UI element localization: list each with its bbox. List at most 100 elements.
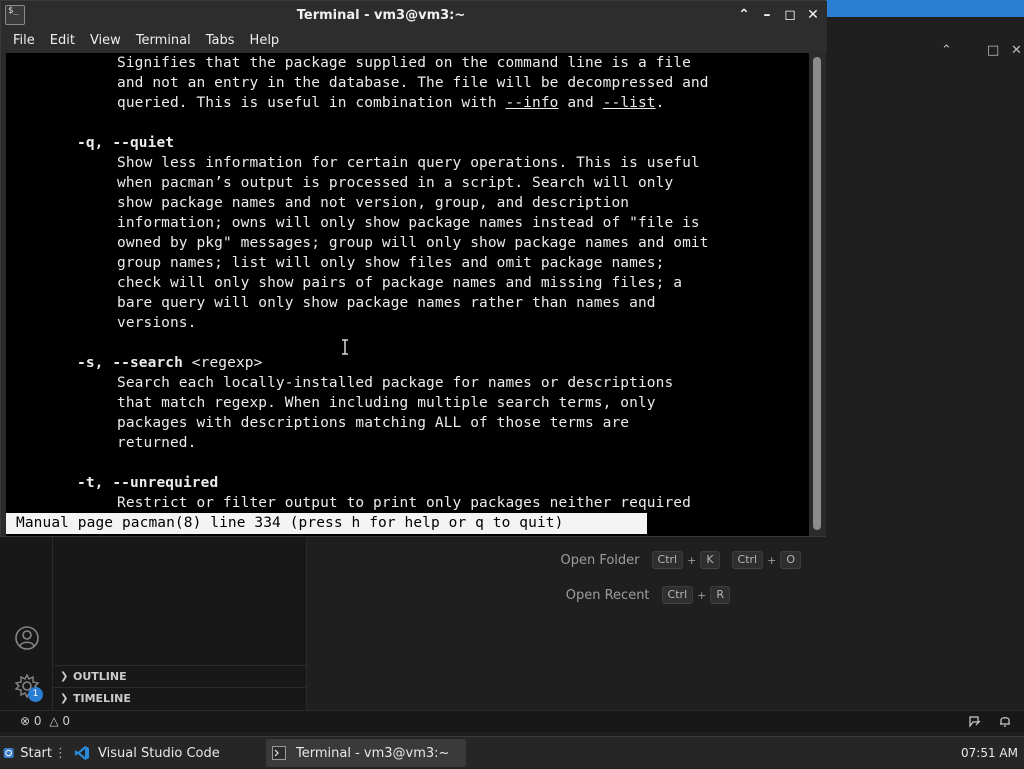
option-flag: -s, --search — [77, 355, 183, 371]
open-folder-shortcut[interactable]: Open Folder Ctrl + K Ctrl + O — [560, 549, 801, 571]
manpage-text-line: and not an entry in the database. The fi… — [117, 73, 709, 93]
open-folder-label: Open Folder — [560, 552, 640, 568]
sidebar-section-timeline[interactable]: ❯ TIMELINE — [53, 687, 307, 709]
maximize-icon[interactable]: ◻ — [781, 6, 799, 24]
manpage-text-line: versions. — [117, 313, 196, 333]
line-text: Signifies that the package supplied on t… — [117, 55, 691, 71]
menu-help[interactable]: Help — [250, 33, 280, 48]
section-label: TIMELINE — [73, 692, 131, 705]
terminal-window: $_ Terminal - vm3@vm3:~ ⌃ – ◻ ✕ File Edi… — [0, 0, 827, 537]
plus-sign: + — [697, 588, 707, 602]
warning-count: 0 — [62, 714, 71, 728]
menu-view[interactable]: View — [90, 33, 121, 48]
option-flag: -q, --quiet — [77, 135, 175, 151]
close-icon[interactable]: ✕ — [804, 6, 822, 24]
start-button[interactable]: Start ⋮ — [3, 739, 67, 767]
menu-edit[interactable]: Edit — [50, 33, 75, 48]
roll-up-icon[interactable]: ⌃ — [735, 6, 753, 24]
line-text: and — [558, 95, 603, 111]
taskbar-item-label: Terminal - vm3@vm3:~ — [296, 745, 450, 761]
line-text: . — [655, 95, 665, 111]
warning-icon: △ — [49, 714, 59, 728]
manpage-text-line: group names; list will only show files a… — [117, 253, 664, 273]
error-icon: ⊗ — [20, 714, 31, 728]
terminal-scrollbar[interactable] — [809, 53, 826, 536]
taskbar-clock: 07:51 AM — [961, 746, 1018, 760]
line-text: returned. — [117, 435, 197, 451]
line-text: bare query will only show package names … — [117, 295, 656, 311]
terminal-menubar: File Edit View Terminal Tabs Help — [1, 30, 827, 51]
manpage-text-line: Show less information for certain query … — [117, 153, 700, 173]
minimize-icon[interactable]: – — [758, 6, 776, 24]
vscode-minimize-icon[interactable]: ⌃ — [941, 43, 952, 58]
problems-indicator[interactable]: ⊗ 0 △ 0 — [20, 714, 70, 728]
manpage-text-line: Signifies that the package supplied on t… — [117, 53, 691, 73]
terminal-titlebar[interactable]: $_ Terminal - vm3@vm3:~ ⌃ – ◻ ✕ — [1, 1, 827, 30]
accounts-icon[interactable] — [14, 625, 40, 651]
key: K — [700, 551, 720, 569]
scrollbar-thumb[interactable] — [813, 57, 821, 530]
menu-terminal[interactable]: Terminal — [136, 33, 191, 48]
menu-file[interactable]: File — [13, 33, 35, 48]
manpage-text-line: Search each locally-installed package fo… — [117, 373, 673, 393]
manpage-text-line: check will only show pairs of package na… — [117, 273, 682, 293]
taskbar-item-vscode[interactable]: Visual Studio Code — [70, 739, 264, 767]
vscode-maximize-icon[interactable]: □ — [987, 43, 999, 58]
line-text: versions. — [117, 315, 197, 331]
section-label: OUTLINE — [73, 670, 127, 683]
plus-sign: + — [767, 553, 777, 567]
line-text: information; owns will only show package… — [117, 215, 700, 231]
option-reference: --list — [602, 95, 656, 111]
menu-tabs[interactable]: Tabs — [206, 33, 235, 48]
key: Ctrl — [731, 551, 764, 569]
manpage-text-line: packages with descriptions matching ALL … — [117, 413, 629, 433]
plus-sign: + — [687, 553, 697, 567]
feedback-icon[interactable] — [968, 714, 982, 728]
manpage-text-line: queried. This is useful in combination w… — [117, 93, 664, 113]
line-text: packages with descriptions matching ALL … — [117, 415, 630, 431]
manpage-option-line: -s, --search <regexp> — [77, 353, 262, 373]
taskbar-item-terminal[interactable]: Terminal - vm3@vm3:~ — [266, 739, 466, 767]
manpage-text-line: show package names and not version, grou… — [117, 193, 629, 213]
key: O — [780, 551, 801, 569]
settings-update-badge: 1 — [28, 687, 43, 702]
manpage-text-line: information; owns will only show package… — [117, 213, 700, 233]
terminal-output[interactable]: Signifies that the package supplied on t… — [6, 53, 809, 536]
vscode-titlebar: ⌃ □ ✕ — [826, 17, 1024, 69]
notifications-bell-icon[interactable] — [998, 714, 1012, 728]
manpage-text-line: returned. — [117, 433, 196, 453]
key: Ctrl — [651, 551, 684, 569]
manpage-text-line: Restrict or filter output to print only … — [117, 493, 691, 513]
manpage-option-line: -q, --quiet — [77, 133, 174, 153]
manpage-text-line: when pacman’s output is processed in a s… — [117, 173, 673, 193]
manpage-option-line: -t, --unrequired — [77, 473, 218, 493]
line-text: that match regexp. When including multip… — [117, 395, 656, 411]
manpage-text-line: bare query will only show package names … — [117, 293, 656, 313]
text-cursor-icon — [342, 339, 348, 355]
key: R — [710, 586, 730, 604]
sidebar-section-outline[interactable]: ❯ OUTLINE — [53, 665, 307, 687]
line-text: Show less information for certain query … — [117, 155, 700, 171]
separator-icon: ⋮ — [54, 745, 67, 761]
key: Ctrl — [661, 586, 694, 604]
line-text: check will only show pairs of package na… — [117, 275, 683, 291]
line-text: when pacman’s output is processed in a s… — [117, 175, 674, 191]
line-text: owned by pkg" messages; group will only … — [117, 235, 709, 251]
line-text: show package names and not version, grou… — [117, 195, 630, 211]
chevron-right-icon: ❯ — [60, 693, 69, 704]
open-recent-shortcut[interactable]: Open Recent Ctrl + R — [566, 584, 730, 606]
error-count: 0 — [33, 714, 42, 728]
vscode-icon — [75, 746, 89, 760]
open-recent-label: Open Recent — [565, 587, 650, 603]
manpage-text-line: owned by pkg" messages; group will only … — [117, 233, 709, 253]
taskbar-item-label: Visual Studio Code — [98, 745, 220, 761]
start-label: Start — [20, 745, 52, 761]
manpage-text-line: that match regexp. When including multip… — [117, 393, 656, 413]
terminal-icon — [272, 746, 286, 760]
vscode-editor-area-upper — [826, 69, 1024, 537]
vscode-close-icon[interactable]: ✕ — [1011, 43, 1022, 58]
start-menu-icon — [3, 748, 14, 758]
chevron-right-icon: ❯ — [60, 671, 69, 682]
line-text: <regexp> — [182, 355, 263, 371]
terminal-title: Terminal - vm3@vm3:~ — [296, 8, 466, 23]
